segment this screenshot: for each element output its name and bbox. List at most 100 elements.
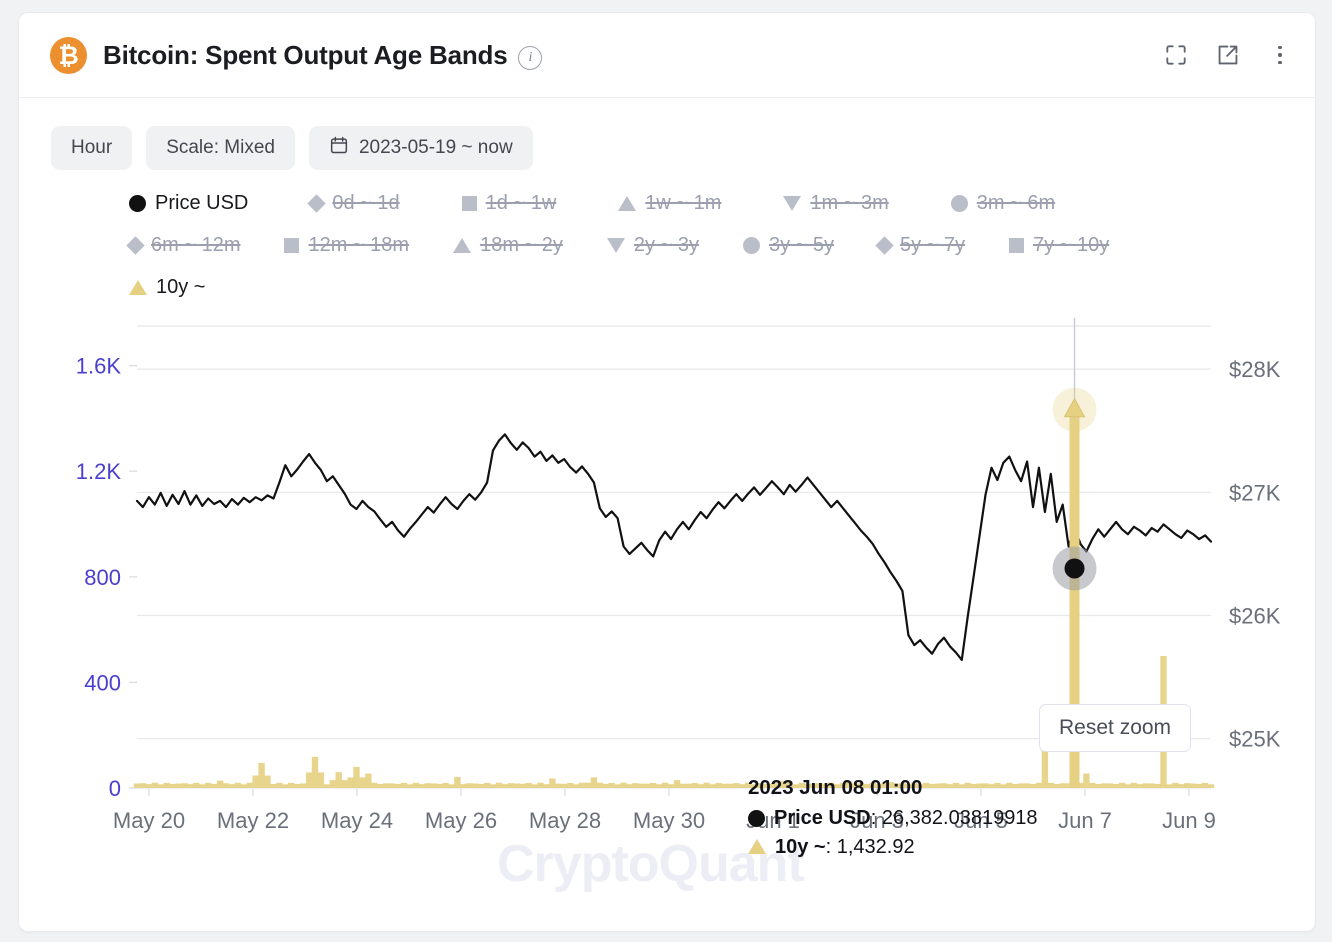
band-10y-bar xyxy=(282,784,288,788)
reset-zoom-button[interactable]: Reset zoom xyxy=(1039,704,1191,752)
legend-item-6m-12m[interactable]: 6m ~ 12m xyxy=(129,228,240,262)
scale-selector[interactable]: Scale: Mixed xyxy=(146,126,295,170)
chart-toolbar: Hour Scale: Mixed 2023-05-19 ~ now xyxy=(19,98,1315,170)
band-10y-bar xyxy=(330,780,336,788)
band-10y-bar xyxy=(787,783,793,788)
square-marker-icon xyxy=(462,196,477,211)
band-10y-bar xyxy=(235,783,241,788)
band-10y-bar xyxy=(976,783,982,788)
band-10y-bar xyxy=(258,763,264,788)
band-10y-bar xyxy=(650,783,656,788)
band-10y-bar xyxy=(419,784,425,788)
legend-item-18m-2y[interactable]: 18m ~ 2y xyxy=(453,228,563,262)
legend-item-1d-1w[interactable]: 1d ~ 1w xyxy=(462,186,557,220)
band-10y-bar xyxy=(270,784,276,788)
band-10y-bar xyxy=(1125,784,1131,788)
band-10y-bar xyxy=(935,784,941,789)
band-10y-bar xyxy=(324,784,330,788)
scale-label: Scale: Mixed xyxy=(166,137,275,159)
band-10y-bar xyxy=(893,784,899,789)
calendar-icon xyxy=(329,135,349,161)
band-10y-bar xyxy=(804,784,810,788)
band-10y-bar xyxy=(923,783,929,788)
band-10y-bar xyxy=(164,783,170,788)
band-10y-bar xyxy=(757,783,763,788)
band-10y-bar xyxy=(686,784,692,788)
legend-item-1w-1m[interactable]: 1w ~ 1m xyxy=(618,186,721,220)
legend-item-10y[interactable]: 10y ~ xyxy=(129,270,205,304)
band-10y-bar xyxy=(810,784,816,788)
tridown-marker-icon xyxy=(783,196,801,211)
open-external-icon[interactable] xyxy=(1215,42,1241,68)
band-10y-bar xyxy=(448,784,454,788)
legend-item-0d-1d[interactable]: 0d ~ 1d xyxy=(310,186,399,220)
band-10y-bar xyxy=(1208,784,1214,788)
legend-item-1m-3m[interactable]: 1m ~ 3m xyxy=(783,186,888,220)
more-vertical-icon[interactable] xyxy=(1267,42,1293,68)
band-10y-bar xyxy=(318,772,324,788)
kebab-dot xyxy=(1278,53,1282,57)
x-axis-tick-label: May 24 xyxy=(321,808,393,833)
kebab-dot xyxy=(1278,46,1282,50)
header-actions xyxy=(1163,13,1293,97)
band-10y-bar xyxy=(1172,783,1178,788)
band-10y-bar xyxy=(490,784,496,788)
x-axis-tick-label: May 28 xyxy=(529,808,601,833)
legend-item-2y-3y[interactable]: 2y ~ 3y xyxy=(607,228,699,262)
band-10y-bar xyxy=(1000,784,1006,788)
band-10y-bar xyxy=(508,783,514,788)
date-range-selector[interactable]: 2023-05-19 ~ now xyxy=(309,126,533,170)
band-10y-bar xyxy=(698,784,704,788)
band-10y-bar xyxy=(822,784,828,788)
info-icon[interactable]: i xyxy=(518,46,542,70)
band-10y-bar xyxy=(353,767,359,788)
legend-item-label: Price USD xyxy=(155,192,248,215)
band-10y-bar xyxy=(947,784,953,788)
chart-svg[interactable]: 04008001.2K1.6K$25K$26K$27K$28KMay 20May… xyxy=(19,318,1315,858)
band-10y-bar xyxy=(543,784,549,788)
bitcoin-icon: ₿ xyxy=(50,37,87,74)
band-10y-bar xyxy=(377,784,383,788)
band-10y-bar xyxy=(454,777,460,788)
band-10y-bar xyxy=(982,783,988,788)
band-10y-bar xyxy=(971,784,977,788)
band-10y-bar xyxy=(1190,784,1196,789)
band-10y-bar xyxy=(425,783,431,788)
band-10y-bar xyxy=(371,783,377,788)
band-10y-bar xyxy=(620,783,626,788)
x-axis-tick-label: Jun 3 xyxy=(850,808,904,833)
band-10y-bar xyxy=(609,783,615,788)
band-10y-bar xyxy=(567,783,573,788)
legend-item-12m-18m[interactable]: 12m ~ 18m xyxy=(284,228,409,262)
band-10y-bar xyxy=(858,783,864,788)
band-10y-bar xyxy=(460,784,466,788)
legend-item-7y-10y[interactable]: 7y ~ 10y xyxy=(1009,228,1109,262)
y-axis-left-tick-label: 0 xyxy=(109,776,121,801)
legend-item-3y-5y[interactable]: 3y ~ 5y xyxy=(743,228,834,262)
band-10y-bar xyxy=(1166,784,1172,788)
tri-marker-icon xyxy=(618,196,636,211)
fullscreen-icon[interactable] xyxy=(1163,42,1189,68)
interval-selector[interactable]: Hour xyxy=(51,126,132,170)
band-10y-bar xyxy=(632,783,638,788)
band-10y-bar xyxy=(988,784,994,788)
band-10y-bar xyxy=(727,784,733,788)
band-10y-bar xyxy=(520,784,526,788)
band-10y-bar xyxy=(1113,784,1119,788)
legend-item-3m-6m[interactable]: 3m ~ 6m xyxy=(951,186,1055,220)
band-10y-bar xyxy=(134,784,140,789)
band-10y-bar xyxy=(703,783,709,788)
band-10y-bar xyxy=(1101,783,1107,788)
band-10y-bar xyxy=(887,782,893,788)
legend-item-5y-7y[interactable]: 5y ~ 7y xyxy=(878,228,965,262)
circle-marker-icon xyxy=(129,195,146,212)
band-10y-bar xyxy=(549,779,555,789)
band-10y-bar xyxy=(1030,784,1036,788)
y-axis-left-tick-label: 1.6K xyxy=(76,354,122,379)
page-title: Bitcoin: Spent Output Age Bands xyxy=(103,40,507,71)
legend-item-price-usd[interactable]: Price USD xyxy=(129,186,248,220)
band-10y-bar xyxy=(745,783,751,788)
band-10y-bar xyxy=(531,784,537,788)
band-10y-bar xyxy=(306,772,312,788)
band-10y-bar xyxy=(834,784,840,788)
